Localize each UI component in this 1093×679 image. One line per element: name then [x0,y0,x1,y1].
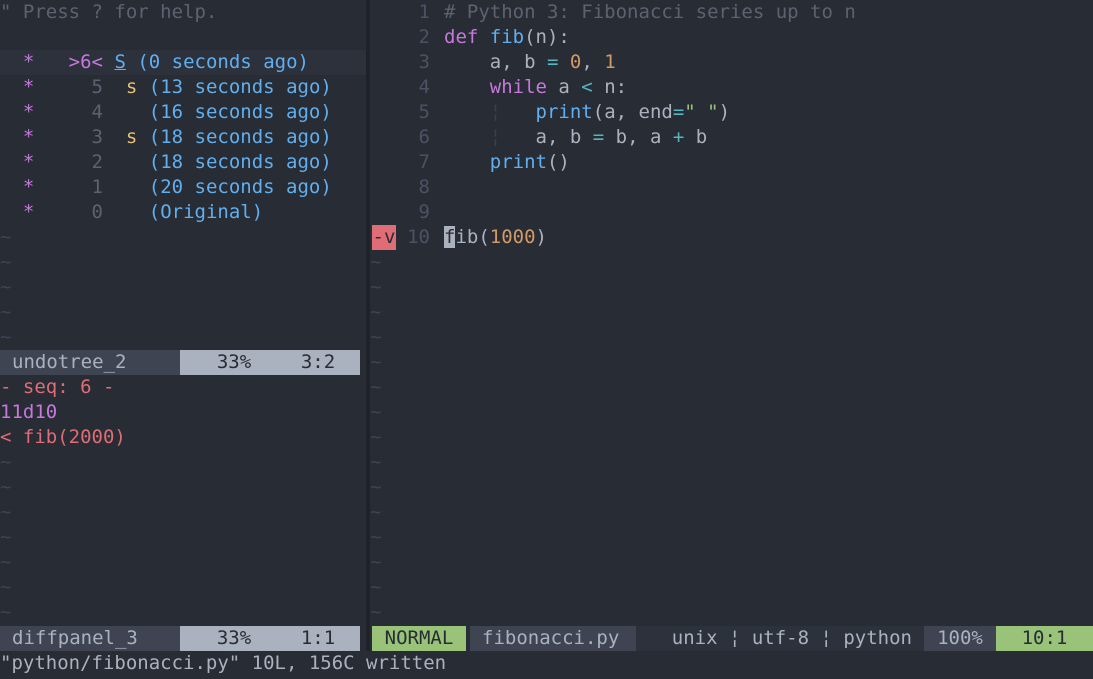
code-line[interactable]: 3 a, b = 0, 1 [370,50,1093,75]
tilde-filler: ~ [0,301,12,323]
tilde-filler: ~ [0,451,12,473]
status-percent: 100% [924,626,996,651]
undotree-entry[interactable]: * 1 (20 seconds ago) [0,175,366,200]
tilde-filler: ~ [370,376,382,398]
tilde-filler: ~ [370,301,382,323]
undotree-statusline: undotree_2 33% 3:2 [0,350,366,375]
tilde-filler: ~ [370,476,382,498]
tilde-filler: ~ [370,601,382,623]
tilde-filler: ~ [370,326,382,348]
undotree-entry[interactable]: * 3 s (18 seconds ago) [0,125,366,150]
code-line[interactable]: 2 def fib(n): [370,25,1093,50]
code-line[interactable]: 9 [370,200,1093,225]
tilde-filler: ~ [370,251,382,273]
indent-guide: ¦ [489,126,502,148]
undotree-entry[interactable]: * 0 (Original) [0,200,366,225]
tilde-filler: ~ [370,351,382,373]
status-filename: fibonacci.py [470,626,648,651]
diff-sign-marker: -v [372,225,396,250]
undotree-entry-current[interactable]: * >6< S (0 seconds ago) [0,50,366,75]
tilde-filler: ~ [0,476,12,498]
code-line[interactable]: 1 # Python 3: Fibonacci series up to n [370,0,1093,25]
status-position: 10:1 [996,626,1093,651]
undotree-window[interactable]: " Press ? for help. * >6< S (0 seconds a… [0,0,366,626]
undotree-help: " Press ? for help. [0,1,218,23]
text-cursor: f [444,226,456,248]
mode-indicator: NORMAL [372,626,466,651]
diff-range: 11d10 [0,401,58,423]
code-line-current[interactable]: -v 10 fib(1000) [370,225,1093,250]
tilde-filler: ~ [0,226,12,248]
undotree-entry[interactable]: * 2 (18 seconds ago) [0,150,366,175]
code-line[interactable]: 5 ¦ print(a, end=" ") [370,100,1093,125]
code-line[interactable]: 8 [370,175,1093,200]
tilde-filler: ~ [370,451,382,473]
diff-removed-line: < fib(2000) [0,426,126,448]
tilde-filler: ~ [0,501,12,523]
tilde-filler: ~ [0,276,12,298]
command-line[interactable]: "python/fibonacci.py" 10L, 156C written [0,651,1093,676]
status-fileinfo: unix ¦ utf-8 ¦ python [636,626,924,651]
tilde-filler: ~ [370,426,382,448]
code-line[interactable]: 7 print() [370,150,1093,175]
tilde-filler: ~ [0,576,12,598]
code-line[interactable]: 6 ¦ a, b = b, a + b [370,125,1093,150]
editor-window[interactable]: 1 # Python 3: Fibonacci series up to n 2d… [370,0,1093,626]
code-line[interactable]: 4 while a < n: [370,75,1093,100]
tilde-filler: ~ [370,401,382,423]
tilde-filler: ~ [0,526,12,548]
diff-seq-header: - seq: 6 - [0,376,115,398]
tilde-filler: ~ [0,326,12,348]
tilde-filler: ~ [370,276,382,298]
indent-guide: ¦ [489,101,502,123]
tilde-filler: ~ [370,501,382,523]
tilde-filler: ~ [370,526,382,548]
undotree-entry[interactable]: * 5 s (13 seconds ago) [0,75,366,100]
tilde-filler: ~ [370,576,382,598]
tilde-filler: ~ [0,251,12,273]
tilde-filler: ~ [0,551,12,573]
tilde-filler: ~ [370,551,382,573]
tilde-filler: ~ [0,601,12,623]
undotree-entry[interactable]: * 4 (16 seconds ago) [0,100,366,125]
